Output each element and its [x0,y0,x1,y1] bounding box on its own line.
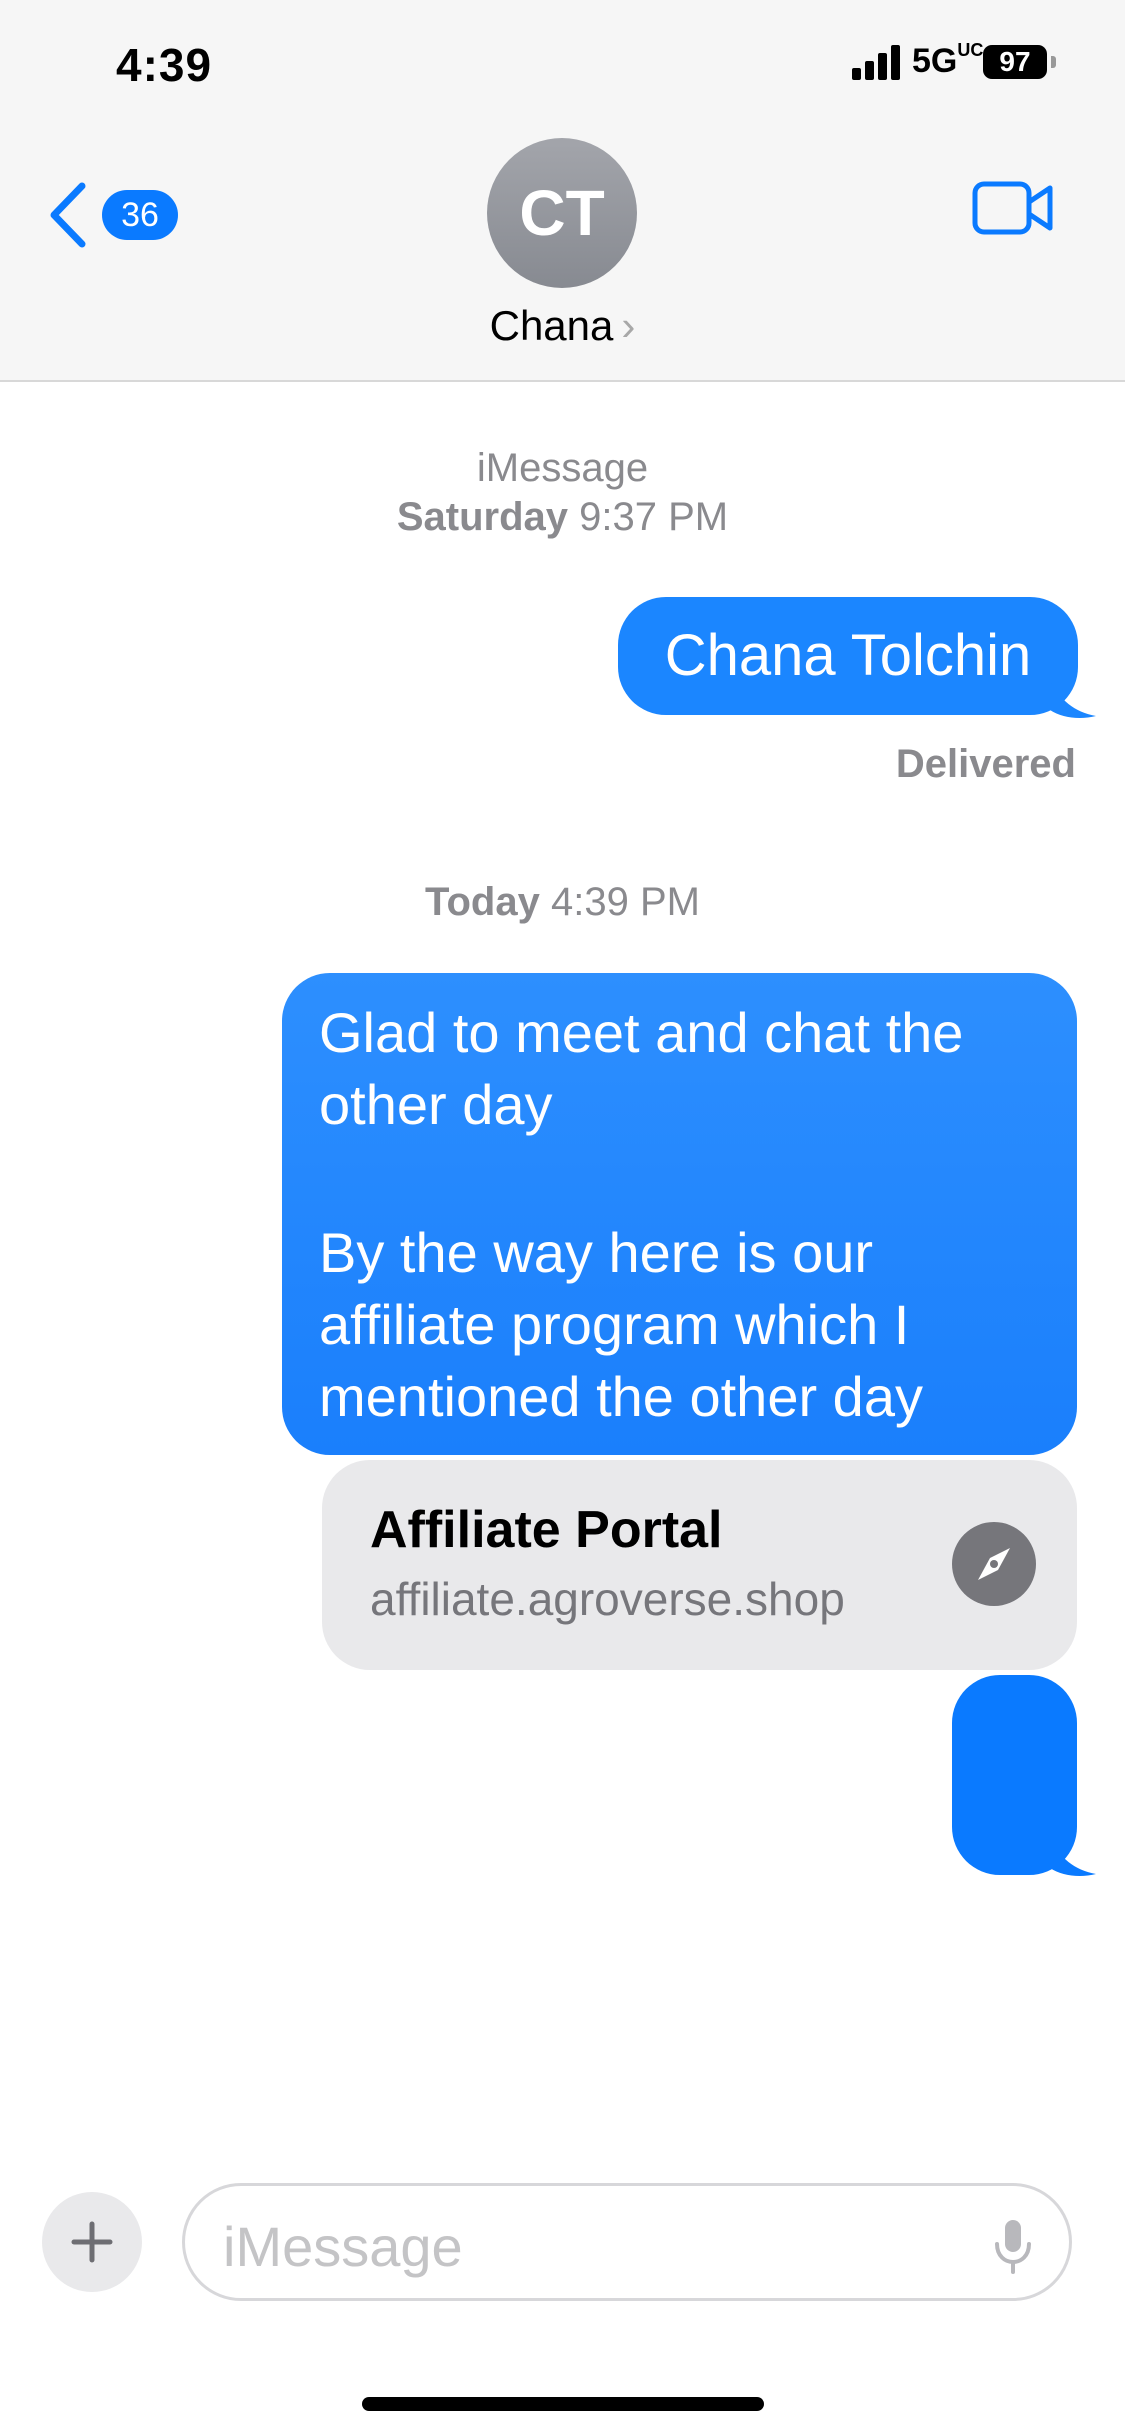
unread-badge: 36 [102,190,178,240]
plus-icon [71,2221,113,2263]
home-indicator[interactable] [362,2397,764,2411]
conversation-header: 36 CT Chana › [0,130,1125,382]
video-camera-icon[interactable] [972,178,1054,238]
link-title: Affiliate Portal [370,1501,723,1559]
link-preview[interactable]: Affiliate Portal affiliate.agroverse.sho… [322,1460,1077,1670]
sent-message-bubble[interactable]: Glad to meet and chat the other day By t… [282,973,1077,1455]
chevron-right-icon: › [621,302,636,349]
sent-message-bubble[interactable]: Chana Tolchin [618,597,1078,715]
contact-name[interactable]: Chana › [0,302,1125,350]
message-input-placeholder: iMessage [223,2215,463,2278]
add-attachment-button[interactable] [42,2192,142,2292]
bubble-tail [1050,680,1096,718]
message-text: By the way here is our affiliate program… [319,1221,923,1428]
network-type: 5GUC [912,40,984,80]
battery-icon: 97 [983,45,1047,79]
status-bar: 4:39 5GUC 97 [0,0,1125,130]
bubble-tail [1050,1838,1096,1876]
back-chevron-icon [50,182,86,248]
link-domain: affiliate.agroverse.shop [370,1573,845,1625]
status-time: 4:39 [116,39,213,91]
signal-icon [852,44,904,80]
back-button[interactable]: 36 [42,170,192,260]
delivery-status: Delivered [895,742,1076,786]
compass-icon [952,1522,1036,1606]
microphone-icon[interactable] [991,2218,1035,2274]
avatar[interactable]: CT [487,138,637,288]
timestamp-header: iMessage Saturday 9:37 PM [396,446,729,539]
timestamp-header: Today 4:39 PM [425,880,700,924]
message-text: Glad to meet and chat the other day [319,1001,964,1136]
message-input[interactable]: iMessage [182,2183,1072,2301]
battery-tip [1051,56,1056,68]
